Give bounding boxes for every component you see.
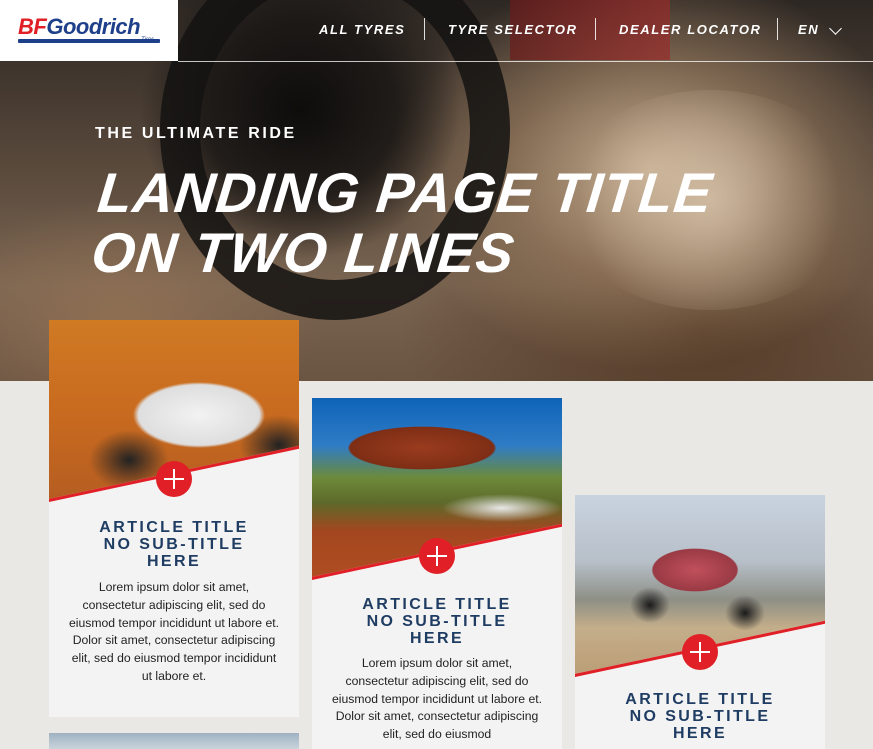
nav-divider bbox=[595, 18, 596, 40]
hero-title: LANDING PAGE TITLE ON TWO LINES bbox=[88, 161, 742, 284]
hero-title-line-1: LANDING PAGE TITLE bbox=[94, 161, 716, 224]
card-body: Lorem ipsum dolor sit amet, consectetur … bbox=[68, 580, 279, 683]
nav-all-tyres[interactable]: ALL TYRES bbox=[319, 22, 405, 37]
article-card-2[interactable]: ARTICLE TITLE NO SUB-TITLE HERE Lorem ipsu… bbox=[312, 398, 562, 749]
card-title-text: ARTICLE TITLE NO SUB-TITLE HERE bbox=[322, 596, 552, 647]
logo[interactable]: BFGoodrich Tires bbox=[0, 0, 178, 61]
hero-eyebrow: THE ULTIMATE RIDE bbox=[95, 125, 297, 142]
card-title-line: ARTICLE TITLE bbox=[625, 691, 775, 708]
article-card-1[interactable]: ARTICLE TITLE NO SUB-TITLE HERE Lorem ipsu… bbox=[49, 320, 299, 717]
card-title-line: NO SUB-TITLE bbox=[366, 613, 508, 630]
plus-icon[interactable] bbox=[682, 634, 718, 670]
card-title-line: ARTICLE TITLE bbox=[99, 519, 249, 536]
article-card-3[interactable]: ARTICLE TITLE NO SUB-TITLE HERE bbox=[575, 495, 825, 749]
card-title-text: ARTICLE TITLE NO SUB-TITLE HERE bbox=[585, 691, 815, 742]
card-title-text: ARTICLE TITLE NO SUB-TITLE HERE bbox=[59, 519, 289, 570]
card-title: ARTICLE TITLE NO SUB-TITLE HERE bbox=[59, 519, 289, 570]
plus-icon[interactable] bbox=[419, 538, 455, 574]
nav-divider bbox=[424, 18, 425, 40]
nav-tyre-selector[interactable]: TYRE SELECTOR bbox=[448, 22, 578, 37]
card-title-line: HERE bbox=[672, 725, 728, 742]
card-title-line: ARTICLE TITLE bbox=[362, 596, 512, 613]
card-body: Lorem ipsum dolor sit amet, consectetur … bbox=[331, 656, 542, 742]
card-title-line: NO SUB-TITLE bbox=[103, 536, 245, 553]
top-nav: ALL TYRES TYRE SELECTOR DEALER LOCATOR E… bbox=[178, 0, 873, 62]
card-title: ARTICLE TITLE NO SUB-TITLE HERE bbox=[322, 596, 552, 647]
logo-underline bbox=[18, 39, 160, 43]
logo-wordmark: BFGoodrich bbox=[18, 14, 141, 39]
card-title: ARTICLE TITLE NO SUB-TITLE HERE bbox=[585, 691, 815, 742]
card-title-line: HERE bbox=[146, 553, 202, 570]
card-title-line: NO SUB-TITLE bbox=[629, 708, 771, 725]
language-selector[interactable]: EN bbox=[798, 22, 819, 37]
article-card-4-peek[interactable] bbox=[49, 733, 299, 749]
logo-sub: Tires bbox=[141, 37, 155, 43]
nav-dealer-locator[interactable]: DEALER LOCATOR bbox=[619, 22, 762, 37]
nav-divider bbox=[777, 18, 778, 40]
card-title-line: HERE bbox=[409, 630, 465, 647]
hero-title-line-2: ON TWO LINES bbox=[88, 221, 518, 284]
plus-icon[interactable] bbox=[156, 461, 192, 497]
